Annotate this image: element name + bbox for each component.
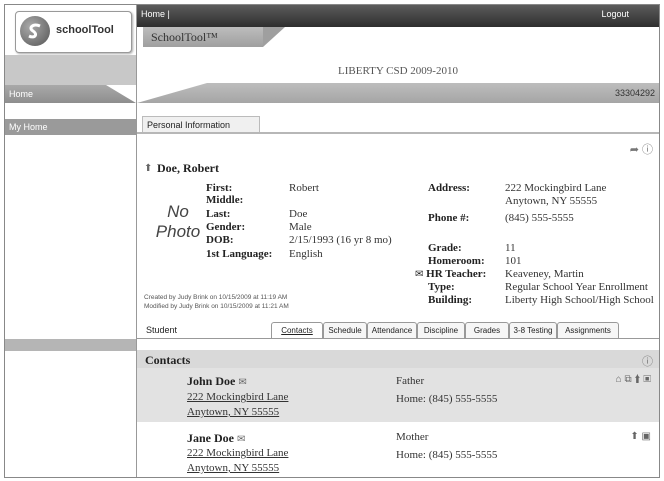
logo-swirl-icon: [20, 16, 50, 46]
grade-value: 11: [505, 242, 516, 254]
tab-assignments[interactable]: Assignments: [557, 322, 619, 338]
forward-arrow-icon[interactable]: ➦: [630, 144, 639, 156]
logo-text: schoolTool: [56, 24, 114, 36]
first-label: First:: [206, 182, 233, 194]
contact-name-text: Jane Doe: [187, 431, 234, 445]
tab-discipline[interactable]: Discipline: [417, 322, 465, 338]
contact-address-line1: 222 Mockingbird Lane: [187, 391, 289, 403]
app-window: schoolTool Home My Home Home | Logout Sc…: [4, 4, 660, 478]
grade-label: Grade:: [428, 242, 462, 254]
contacts-help-icon[interactable]: ⓘ: [642, 353, 653, 369]
hr-teacher-label: ✉ HR Teacher:: [415, 268, 486, 280]
tab-3-8-testing[interactable]: 3-8 Testing: [509, 322, 557, 338]
left-divider-band: [5, 339, 136, 351]
student-label: Student: [146, 325, 178, 335]
tab-contacts[interactable]: Contacts: [271, 322, 323, 338]
no-photo-line1: No: [167, 202, 189, 221]
homeroom-label: Homeroom:: [428, 255, 485, 267]
tab-schedule[interactable]: Schedule: [323, 322, 367, 338]
tab-grades[interactable]: Grades: [465, 322, 509, 338]
up-arrow-icon[interactable]: ⬆: [634, 374, 640, 385]
contact-relation: Mother: [396, 431, 429, 443]
student-id-number: 33304292: [614, 88, 655, 98]
first-value: Robert: [289, 182, 319, 194]
contact-phone: Home: (845) 555-5555: [396, 393, 498, 405]
section-divider: [137, 132, 659, 134]
dob-label: DOB:: [206, 234, 234, 246]
tab-attendance[interactable]: Attendance: [367, 322, 417, 338]
language-value: English: [289, 248, 323, 260]
nav-my-home[interactable]: My Home: [5, 119, 136, 135]
address-label: Address:: [428, 182, 470, 194]
contact-name-text: John Doe: [187, 374, 236, 388]
card-icon[interactable]: ▣: [642, 431, 651, 442]
contact-address-line1: 222 Mockingbird Lane: [187, 447, 289, 459]
contact-name: Jane Doe ✉: [187, 431, 245, 446]
up-arrow-icon[interactable]: ⬆: [144, 163, 152, 174]
home-icon[interactable]: ⌂: [616, 374, 622, 385]
help-icon[interactable]: ⓘ: [642, 144, 653, 156]
phone-value: (845) 555-5555: [505, 212, 574, 224]
logout-link[interactable]: Logout: [601, 9, 629, 19]
app-tab[interactable]: SchoolTool™: [143, 27, 285, 47]
top-home-link[interactable]: Home |: [141, 9, 170, 19]
email-icon[interactable]: ✉: [237, 434, 245, 445]
language-label: 1st Language:: [206, 248, 273, 260]
type-label: Type:: [428, 281, 455, 293]
personal-info-actions: ➦ ⓘ: [630, 141, 653, 157]
contact-address-line2: Anytown, NY 55555: [187, 462, 280, 474]
tab-personal-information[interactable]: Personal Information: [142, 116, 260, 132]
building-value: Liberty High School/High School: [505, 294, 654, 306]
contact-phone: Home: (845) 555-5555: [396, 449, 498, 461]
up-arrow-icon[interactable]: ⬆: [630, 431, 638, 442]
gender-value: Male: [289, 221, 312, 233]
card-icon[interactable]: ▣: [643, 374, 651, 385]
email-icon[interactable]: ✉: [238, 377, 246, 388]
left-sidebar: schoolTool Home My Home: [5, 5, 137, 477]
contact-actions: ⌂ ⧉ ⬆ ▣: [616, 374, 651, 385]
schooltool-logo[interactable]: schoolTool: [15, 11, 132, 53]
no-photo-line2: Photo: [155, 222, 201, 241]
phone-label: Phone #:: [428, 212, 470, 224]
contact-address[interactable]: 222 Mockingbird Lane Anytown, NY 55555: [187, 390, 288, 420]
gender-label: Gender:: [206, 221, 246, 233]
header-grey-bar: 33304292: [137, 83, 659, 103]
contacts-header: Contacts ⓘ: [137, 350, 659, 368]
type-value: Regular School Year Enrollment: [505, 281, 648, 293]
last-value: Doe: [289, 208, 308, 220]
created-text: Created by Judy Brink on 10/15/2009 at 1…: [144, 294, 288, 301]
audit-info: Created by Judy Brink on 10/15/2009 at 1…: [144, 293, 289, 311]
modified-text: Modified by Judy Brink on 10/15/2009 at …: [144, 303, 289, 310]
contact-name: John Doe ✉: [187, 374, 247, 389]
hr-teacher-value: Keaveney, Martin: [505, 268, 584, 280]
contact-actions: ⬆ ▣: [630, 431, 651, 442]
last-label: Last:: [206, 208, 231, 220]
no-photo-placeholder: No Photo: [148, 202, 208, 242]
homeroom-value: 101: [505, 255, 522, 267]
dob-value: 2/15/1993 (16 yr 8 mo): [289, 234, 392, 246]
hr-teacher-label-text: HR Teacher:: [426, 268, 487, 280]
district-title: LIBERTY CSD 2009-2010: [338, 65, 458, 77]
top-bar: Home | Logout: [137, 5, 659, 27]
student-name: Doe, Robert: [157, 161, 219, 175]
tabs-divider: [137, 338, 659, 339]
contacts-title: Contacts: [145, 353, 191, 367]
contact-row[interactable]: Jane Doe ✉ 222 Mockingbird Lane Anytown,…: [137, 424, 659, 477]
contact-address[interactable]: 222 Mockingbird Lane Anytown, NY 55555: [187, 446, 288, 476]
middle-label: Middle:: [206, 194, 244, 206]
address-line2: Anytown, NY 55555: [505, 195, 598, 207]
email-icon[interactable]: ✉: [415, 269, 423, 280]
contact-row[interactable]: John Doe ✉ 222 Mockingbird Lane Anytown,…: [137, 368, 659, 422]
building-label: Building:: [428, 294, 473, 306]
address-line1: 222 Mockingbird Lane: [505, 182, 607, 194]
copy-icon[interactable]: ⧉: [624, 374, 631, 385]
nav-home-tab[interactable]: Home: [5, 85, 136, 103]
contact-relation: Father: [396, 375, 425, 387]
contact-address-line2: Anytown, NY 55555: [187, 406, 280, 418]
